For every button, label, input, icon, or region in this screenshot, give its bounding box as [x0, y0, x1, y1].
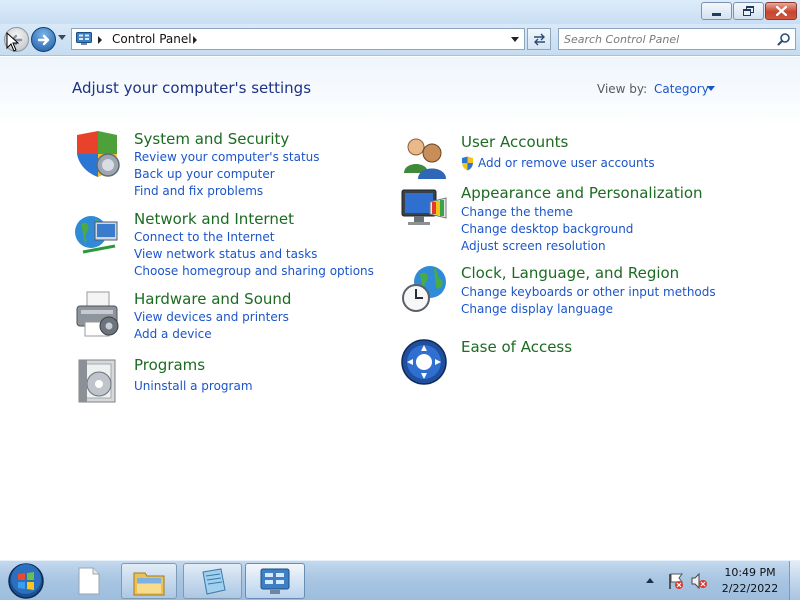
link-review-computer-status[interactable]: Review your computer's status — [134, 150, 320, 164]
category-title-user-accounts[interactable]: User Accounts — [461, 133, 568, 151]
view-by-dropdown[interactable]: Category — [654, 82, 709, 96]
navigation-bar: Control Panel — [0, 24, 800, 56]
link-change-desktop-background[interactable]: Change desktop background — [461, 222, 633, 236]
globe-clock-icon[interactable] — [400, 264, 450, 314]
action-center-flag-icon[interactable] — [667, 572, 685, 590]
link-find-and-fix-problems[interactable]: Find and fix problems — [134, 184, 263, 198]
link-back-up-computer[interactable]: Back up your computer — [134, 167, 275, 181]
start-orb-icon[interactable] — [6, 562, 46, 600]
clock-date: 2/22/2022 — [721, 582, 779, 595]
breadcrumb-separator-icon[interactable] — [98, 36, 102, 44]
refresh-icon — [534, 33, 545, 46]
title-bar[interactable] — [0, 0, 800, 24]
close-button[interactable] — [765, 2, 797, 20]
monitor-palette-icon[interactable] — [400, 184, 450, 234]
category-title-programs[interactable]: Programs — [134, 356, 205, 374]
ease-of-access-icon[interactable] — [400, 338, 450, 388]
link-label: Add or remove user accounts — [478, 156, 655, 170]
show-desktop-button[interactable] — [789, 561, 800, 600]
category-title-system-and-security[interactable]: System and Security — [134, 130, 289, 148]
control-panel-icon — [76, 32, 92, 45]
blank-document-icon — [78, 567, 100, 595]
search-box[interactable] — [558, 28, 796, 50]
page-title: Adjust your computer's settings — [72, 79, 312, 97]
programs-icon[interactable] — [73, 356, 123, 406]
printer-icon[interactable] — [73, 290, 123, 340]
category-programs: Programs Uninstall a program — [73, 356, 373, 406]
category-clock-language-region: Clock, Language, and Region Change keybo… — [400, 264, 730, 324]
clock-time: 10:49 PM — [724, 566, 776, 579]
link-change-theme[interactable]: Change the theme — [461, 205, 573, 219]
restore-icon — [743, 6, 754, 16]
category-ease-of-access: Ease of Access — [400, 338, 730, 388]
category-user-accounts: User Accounts Add or remove user account… — [400, 133, 730, 183]
address-history-dropdown-icon[interactable] — [511, 37, 519, 42]
refresh-button[interactable] — [527, 28, 551, 50]
link-homegroup-sharing[interactable]: Choose homegroup and sharing options — [134, 264, 374, 278]
link-add-device[interactable]: Add a device — [134, 327, 212, 341]
category-hardware-and-sound: Hardware and Sound View devices and prin… — [73, 290, 373, 350]
view-by-chevron-down-icon[interactable] — [707, 86, 715, 91]
category-appearance-and-personalization: Appearance and Personalization Change th… — [400, 184, 730, 254]
category-system-and-security: System and Security Review your computer… — [73, 130, 373, 198]
search-icon[interactable] — [777, 32, 791, 46]
link-view-devices-printers[interactable]: View devices and printers — [134, 310, 289, 324]
control-panel-window: Control Panel Adjust your computer's set… — [0, 0, 800, 560]
category-title-hardware-and-sound[interactable]: Hardware and Sound — [134, 290, 291, 308]
globe-network-icon[interactable] — [73, 210, 123, 260]
category-title-clock-language-region[interactable]: Clock, Language, and Region — [461, 264, 679, 282]
control-panel-content: Adjust your computer's settings View by:… — [0, 57, 800, 560]
shield-icon[interactable] — [73, 130, 123, 180]
forward-arrow-icon — [37, 34, 50, 46]
control-panel-icon — [260, 568, 290, 594]
forward-button[interactable] — [31, 27, 56, 52]
link-add-remove-user-accounts[interactable]: Add or remove user accounts — [461, 156, 655, 171]
restore-button[interactable] — [733, 2, 764, 20]
breadcrumb-control-panel[interactable]: Control Panel — [112, 32, 192, 46]
file-explorer-icon — [133, 572, 165, 596]
link-connect-to-internet[interactable]: Connect to the Internet — [134, 230, 274, 244]
category-network-and-internet: Network and Internet Connect to the Inte… — [73, 210, 374, 280]
search-input[interactable] — [564, 31, 769, 47]
taskbar-notepad[interactable] — [183, 563, 242, 599]
link-change-display-language[interactable]: Change display language — [461, 302, 613, 316]
notepad-icon — [201, 568, 226, 595]
category-title-appearance-and-personalization[interactable]: Appearance and Personalization — [461, 184, 703, 202]
volume-muted-icon[interactable] — [690, 572, 708, 590]
uac-shield-icon — [462, 156, 473, 171]
system-clock[interactable]: 10:49 PM 2/22/2022 — [712, 565, 788, 597]
address-bar[interactable]: Control Panel — [71, 28, 525, 50]
taskbar-blank-document[interactable] — [62, 563, 116, 599]
link-adjust-screen-resolution[interactable]: Adjust screen resolution — [461, 239, 606, 253]
close-icon — [775, 6, 787, 16]
minimize-icon — [712, 12, 721, 16]
category-title-ease-of-access[interactable]: Ease of Access — [461, 338, 572, 356]
taskbar-file-explorer[interactable] — [121, 563, 177, 599]
minimize-button[interactable] — [701, 2, 732, 20]
taskbar-control-panel[interactable] — [245, 563, 305, 599]
view-by-label: View by: — [597, 82, 648, 96]
breadcrumb-separator-icon[interactable] — [193, 36, 197, 44]
users-icon[interactable] — [400, 133, 450, 183]
mouse-pointer-icon — [6, 32, 20, 52]
recent-pages-dropdown-icon[interactable] — [58, 35, 66, 40]
category-title-network-and-internet[interactable]: Network and Internet — [134, 210, 294, 228]
link-uninstall-program[interactable]: Uninstall a program — [134, 379, 253, 393]
taskbar: 10:49 PM 2/22/2022 — [0, 560, 800, 600]
show-hidden-icons-button[interactable] — [646, 578, 654, 583]
link-view-network-status[interactable]: View network status and tasks — [134, 247, 317, 261]
link-change-keyboards[interactable]: Change keyboards or other input methods — [461, 285, 716, 299]
